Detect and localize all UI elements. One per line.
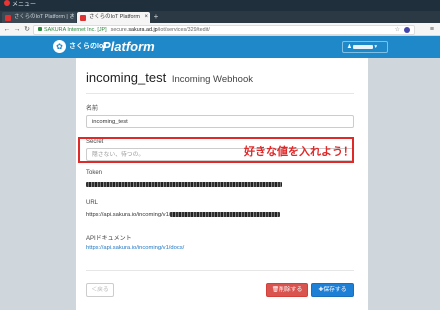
url-path: /iot/services/329/tedit/ — [157, 26, 210, 33]
username-redacted — [352, 44, 373, 49]
tab-2-label: さくらのIoT Platform — [89, 14, 140, 20]
annotation-text: 好きな値を入れよう！ — [244, 146, 354, 158]
divider — [86, 93, 354, 94]
tab-strip: さくらのIoT Platform | さ × さくらのIoT Platform … — [0, 11, 440, 23]
main-card: incoming_test Incoming Webhook 名前 Secret… — [76, 58, 368, 310]
window-titlebar: メニュー — [0, 0, 440, 11]
token-redacted — [86, 182, 282, 187]
tab-2[interactable]: さくらのIoT Platform × — [77, 12, 150, 23]
page-subtitle: Incoming Webhook — [171, 74, 253, 85]
app-header: ✿ さくらのIoT Platform ♟ ▾ — [0, 36, 440, 58]
window-title: メニュー — [12, 2, 37, 8]
logo-big-text: Platform — [102, 39, 155, 54]
menu-icon[interactable]: ≡ — [430, 24, 434, 35]
url-prefix-text: https://api.sakura.io/incoming/v1/ — [86, 212, 171, 219]
url-host: sakura.ad.jp — [128, 26, 158, 33]
token-label: Token — [86, 170, 103, 176]
chevron-down-icon: ▾ — [374, 44, 378, 50]
url-value: https://api.sakura.io/incoming/v1/ — [86, 212, 281, 219]
star-icon[interactable]: ☆ — [395, 26, 400, 34]
address-bar: ← → ↻ SAKURA Internet Inc. [JP] secure.sa… — [0, 23, 440, 36]
favicon-icon — [80, 14, 86, 21]
url-prefix: secure. — [110, 26, 129, 33]
delete-button[interactable]: 🗑削除する — [266, 283, 308, 297]
api-doc-link[interactable]: https://api.sakura.io/incoming/v1/docs/ — [86, 245, 184, 251]
favicon-icon — [5, 14, 11, 21]
name-label: 名前 — [86, 106, 99, 112]
trash-icon: 🗑 — [271, 287, 280, 293]
close-tab-icon[interactable]: × — [70, 12, 74, 23]
api-doc-label: APIドキュメント — [86, 236, 132, 242]
extension-icon[interactable] — [404, 26, 410, 33]
save-button[interactable]: ✚保存する — [311, 283, 354, 297]
delete-label: 削除する — [279, 287, 303, 293]
user-menu-button[interactable]: ♟ ▾ — [342, 41, 388, 53]
url-field[interactable]: SAKURA Internet Inc. [JP] secure.sakura.a… — [33, 24, 415, 35]
divider — [86, 270, 354, 271]
sakura-logo-icon[interactable]: ✿ — [53, 40, 66, 53]
reload-icon[interactable]: ↻ — [22, 24, 32, 35]
close-tab-icon[interactable]: × — [144, 12, 148, 23]
back-button[interactable]: ＜戻る — [86, 283, 114, 297]
lock-icon — [38, 26, 42, 31]
name-input[interactable] — [86, 115, 354, 128]
url-label: URL — [86, 200, 99, 206]
page-title-main: incoming_test — [86, 70, 167, 85]
back-icon[interactable]: ← — [2, 24, 12, 35]
browser-logo-icon[interactable] — [4, 0, 10, 7]
user-icon: ♟ — [347, 44, 352, 50]
secure-label: SAKURA Internet Inc. [JP] — [44, 26, 107, 33]
tab-1[interactable]: さくらのIoT Platform | さ × — [2, 12, 76, 23]
token-value — [86, 182, 282, 188]
new-tab-button[interactable]: + — [151, 11, 161, 23]
url-redacted — [170, 212, 281, 217]
page-title: incoming_test Incoming Webhook — [86, 70, 253, 85]
forward-icon[interactable]: → — [12, 24, 22, 35]
tab-1-label: さくらのIoT Platform | さ — [14, 14, 75, 20]
